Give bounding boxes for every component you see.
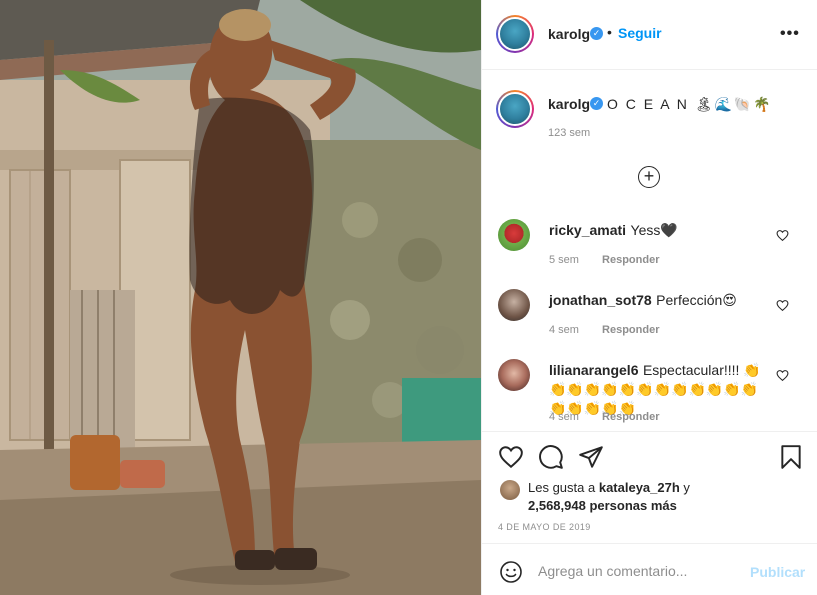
commenter-avatar[interactable] xyxy=(498,219,530,251)
comment-body: jonathan_sot78 Perfección😍 xyxy=(549,291,769,310)
post-date[interactable]: 4 DE MAYO DE 2019 xyxy=(498,522,591,532)
comment-meta: 4 sem Responder xyxy=(549,324,660,336)
comment-meta: 5 sem Responder xyxy=(549,254,660,266)
comment-username[interactable]: lilianarangel6 xyxy=(549,362,638,378)
plus-circle-icon[interactable]: + xyxy=(638,166,660,188)
header-separator: • xyxy=(607,24,612,40)
verified-badge-icon: ✓ xyxy=(590,97,603,110)
comment-username[interactable]: ricky_amati xyxy=(549,222,626,238)
likes-summary: Les gusta a kataleya_27h y 2,568,948 per… xyxy=(528,479,690,515)
paper-plane-icon[interactable] xyxy=(578,444,604,470)
comment-time[interactable]: 4 sem xyxy=(549,324,579,336)
comment-icon[interactable] xyxy=(538,444,564,470)
comment-username[interactable]: jonathan_sot78 xyxy=(549,292,652,308)
emoji-icon[interactable] xyxy=(499,560,523,584)
caption-timestamp[interactable]: 123 sem xyxy=(548,127,590,139)
reply-button[interactable]: Responder xyxy=(602,254,659,266)
comment-item: ricky_amati Yess🖤 5 sem Responder xyxy=(482,219,817,289)
heart-icon[interactable] xyxy=(776,299,789,312)
likes-joiner: y xyxy=(683,480,690,495)
follow-button[interactable]: Seguir xyxy=(618,25,662,41)
commenter-avatar[interactable] xyxy=(498,359,530,391)
heart-icon[interactable] xyxy=(776,229,789,242)
post-header: karolg ✓ • Seguir ••• xyxy=(482,0,817,70)
comment-time[interactable]: 5 sem xyxy=(549,254,579,266)
comment-meta: 4 sem Responder xyxy=(549,411,660,423)
photo-illustration xyxy=(0,0,481,595)
comment-time[interactable]: 4 sem xyxy=(549,411,579,423)
comment-text: Perfección😍 xyxy=(656,292,737,308)
reply-button[interactable]: Responder xyxy=(602,324,659,336)
heart-icon[interactable] xyxy=(776,369,789,382)
liker-username[interactable]: kataleya_27h xyxy=(599,480,680,495)
comment-text: Yess🖤 xyxy=(630,222,678,238)
commenter-avatar[interactable] xyxy=(498,289,530,321)
comment-item: lilianarangel6 Espectacular!!!! 👏👏👏👏👏👏👏👏… xyxy=(482,359,817,431)
liker-avatar[interactable] xyxy=(500,480,520,500)
comment-body: lilianarangel6 Espectacular!!!! 👏👏👏👏👏👏👏👏… xyxy=(549,361,769,418)
author-avatar[interactable] xyxy=(496,15,534,53)
add-comment-bar: Publicar xyxy=(482,543,817,595)
caption-text: O C E A N 🏝🌊🐚🌴 xyxy=(607,96,773,112)
bookmark-icon[interactable] xyxy=(778,444,804,470)
post-side-panel: karolg ✓ • Seguir ••• karolg ✓ O C E A N… xyxy=(481,0,817,595)
caption-avatar[interactable] xyxy=(496,90,534,128)
likes-prefix: Les gusta a xyxy=(528,480,596,495)
verified-badge-icon: ✓ xyxy=(590,27,603,40)
caption-username[interactable]: karolg xyxy=(548,96,590,112)
comment-item: jonathan_sot78 Perfección😍 4 sem Respond… xyxy=(482,289,817,359)
heart-icon[interactable] xyxy=(498,444,524,470)
publish-button[interactable]: Publicar xyxy=(750,564,805,580)
comment-body: ricky_amati Yess🖤 xyxy=(549,221,769,240)
more-options-icon[interactable]: ••• xyxy=(780,25,800,43)
post-photo[interactable] xyxy=(0,0,481,595)
post-actions: Les gusta a kataleya_27h y 2,568,948 per… xyxy=(482,431,817,543)
author-username[interactable]: karolg xyxy=(548,26,590,42)
comment-input[interactable] xyxy=(538,559,738,583)
likes-count[interactable]: 2,568,948 personas más xyxy=(528,498,677,513)
reply-button[interactable]: Responder xyxy=(602,411,659,423)
